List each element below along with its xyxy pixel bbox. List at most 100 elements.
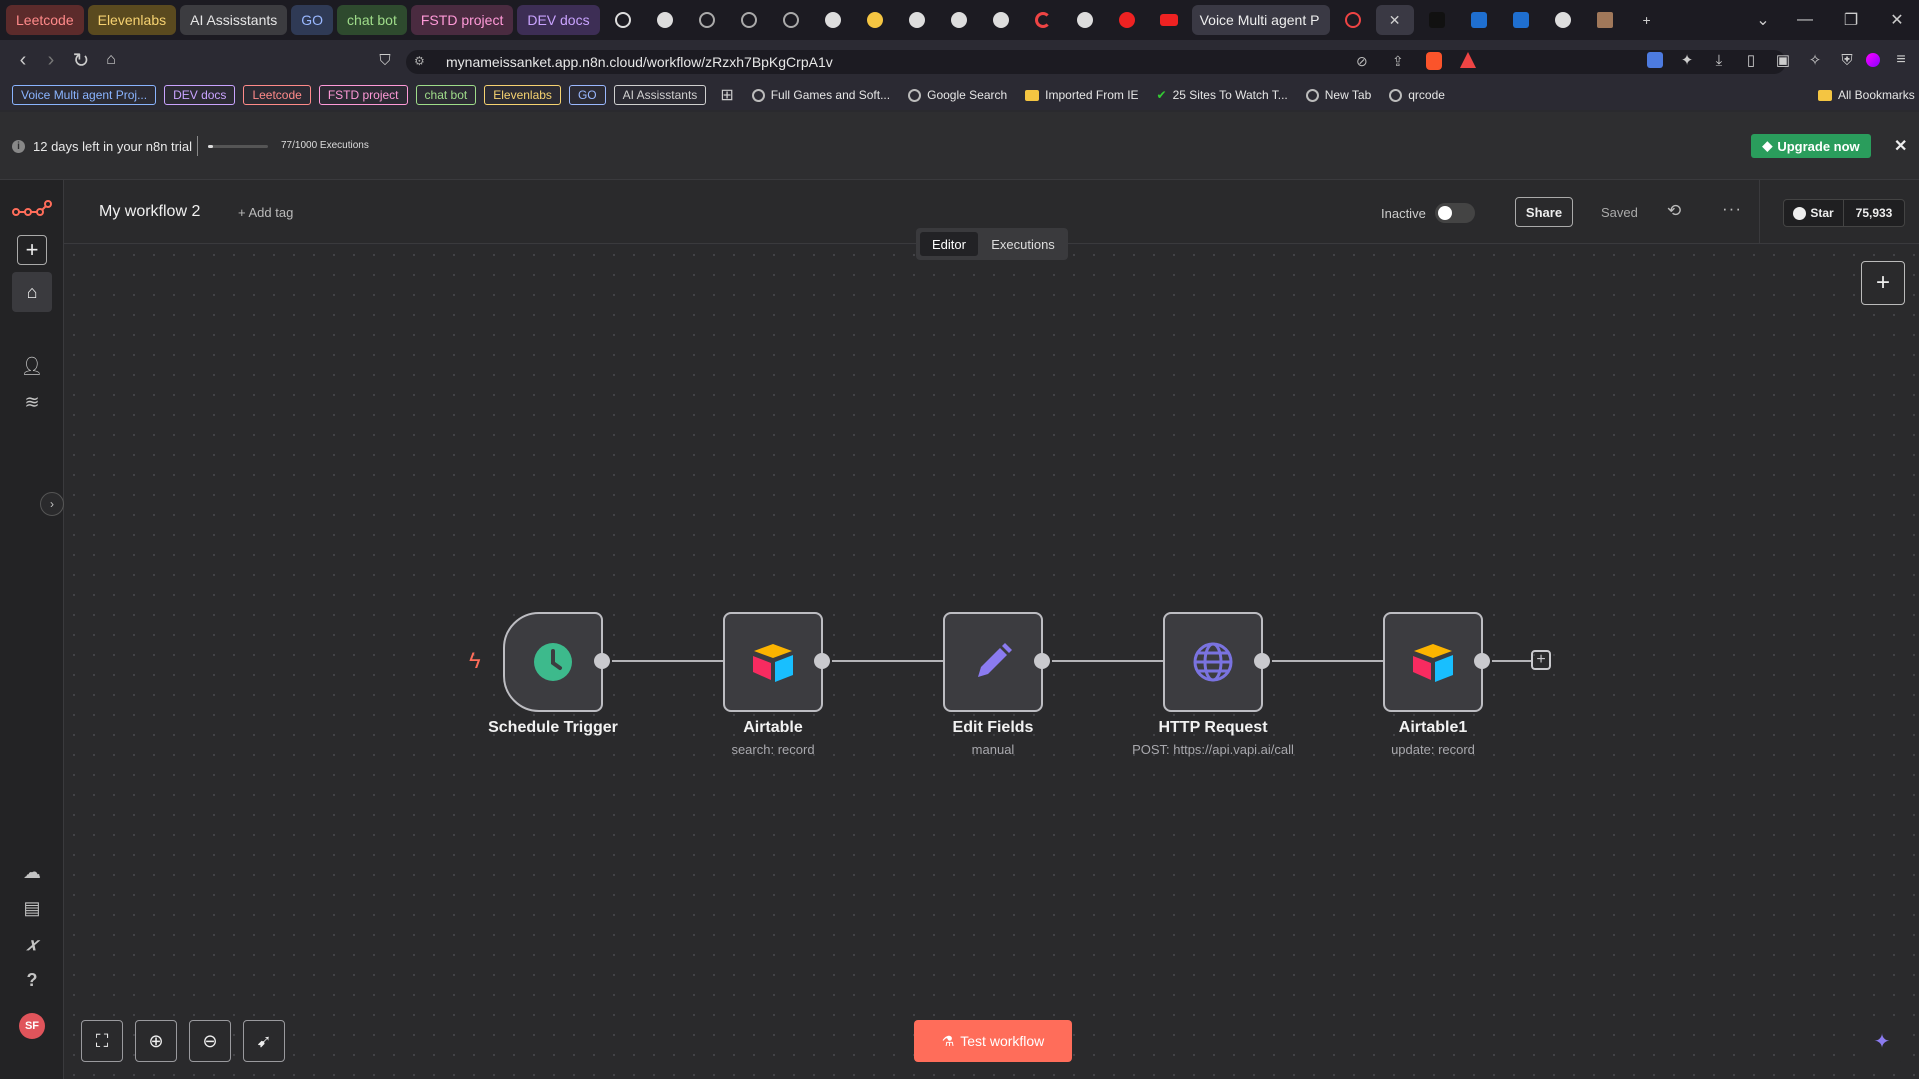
node-http-request[interactable] [1163,612,1263,712]
profile-button[interactable] [1858,45,1888,75]
tab-github-4[interactable] [940,5,978,35]
workflow-canvas[interactable]: + ϟ Schedule Trigger Airtable search: re… [64,245,1919,1079]
user-avatar[interactable]: SF [12,1006,52,1046]
bookmark-qrcode[interactable]: qrcode [1389,88,1445,102]
more-options-button[interactable]: ··· [1722,199,1742,219]
tab-group-leetcode[interactable]: Leetcode [6,5,84,35]
translate-button[interactable] [1640,45,1670,75]
node-schedule-trigger[interactable] [503,612,603,712]
brave-rewards-icon[interactable] [1460,52,1476,68]
zoom-out-button[interactable]: ⊖ [189,1020,231,1062]
ai-assistant-button[interactable]: ✦ [1861,1020,1903,1062]
bookmark-group-ai-assistants[interactable]: AI Assisstants [613,85,707,105]
output-handle[interactable] [1474,653,1490,669]
node-airtable1[interactable] [1383,612,1483,712]
bookmark-group-go[interactable]: GO [568,85,606,105]
tab-github-3[interactable] [898,5,936,35]
tab-youtube[interactable] [1150,5,1188,35]
forward-button[interactable]: › [36,45,66,75]
bookmark-full-games[interactable]: Full Games and Soft... [751,88,890,102]
tab-outlook-1[interactable] [1460,5,1498,35]
tab-red-moon[interactable] [1024,5,1062,35]
tab-youtube-music[interactable] [1108,5,1146,35]
sidebar-toggle-button[interactable]: ▯ [1736,45,1766,75]
bookmark-group-fstd-project[interactable]: FSTD project [318,85,408,105]
templates-nav[interactable]: ▤ [12,888,52,928]
wallet-button[interactable]: ▣ [1768,45,1798,75]
bookmark-group-voice-multi-agent[interactable]: Voice Multi agent Proj... [12,85,157,105]
home-nav[interactable]: ⌂ [12,272,52,312]
tab-github-2[interactable] [814,5,852,35]
tab-web-2[interactable] [730,5,768,35]
tidy-up-button[interactable]: ➹ [243,1020,285,1062]
add-node-button[interactable]: + [1861,261,1905,305]
bookmark-page-button[interactable]: ⛉ [370,45,400,75]
all-bookmarks-button[interactable]: All Bookmarks [1818,88,1915,102]
output-handle[interactable] [594,653,610,669]
zoom-in-button[interactable]: ⊕ [135,1020,177,1062]
new-tab-button[interactable]: + [1628,5,1666,35]
restore-button[interactable]: ❐ [1836,5,1866,35]
active-toggle[interactable] [1435,203,1475,223]
tab-group-elevenlabs[interactable]: Elevenlabs [87,5,177,35]
tab-group-dev-docs[interactable]: DEV docs [517,5,600,35]
tab-group-ai-assistants[interactable]: AI Assisstants [180,5,288,35]
tab-web-1[interactable] [688,5,726,35]
tab-web-3[interactable] [772,5,810,35]
bookmark-25-sites[interactable]: ✔ 25 Sites To Watch T... [1157,88,1288,102]
tab-vapi[interactable] [1418,5,1456,35]
bookmark-imported-from-ie[interactable]: Imported From IE [1025,88,1139,102]
projects-nav[interactable]: ≋ [12,382,52,422]
test-workflow-button[interactable]: ⚗ Test workflow [914,1020,1072,1062]
create-button[interactable]: + [12,230,52,270]
workflow-name[interactable]: My workflow 2 [99,203,200,221]
n8n-logo-icon[interactable] [12,190,52,230]
minimize-button[interactable]: — [1790,5,1820,35]
tab-openai[interactable] [1544,5,1582,35]
bookmark-group-elevenlabs[interactable]: Elevenlabs [484,85,561,105]
back-button[interactable]: ‹ [8,45,38,75]
tab-red-2[interactable] [1334,5,1372,35]
tab-group-go[interactable]: GO [291,5,334,35]
tab-github-6[interactable] [1066,5,1104,35]
tab-close-button[interactable]: ✕ [1375,5,1414,35]
bookmark-new-tab[interactable]: New Tab [1305,88,1371,102]
close-banner-button[interactable]: ✕ [1894,136,1907,156]
add-tag-button[interactable]: + Add tag [238,205,293,220]
bookmark-group-leetcode[interactable]: Leetcode [243,85,311,105]
tab-yellow[interactable] [856,5,894,35]
tab-github-1[interactable] [646,5,684,35]
window-close-button[interactable]: ✕ [1882,5,1912,35]
site-info-icon[interactable]: ⚙ [414,54,425,68]
tab-outlook-2[interactable] [1502,5,1540,35]
output-handle[interactable] [1034,653,1050,669]
home-button[interactable]: ⌂ [96,45,126,75]
output-handle[interactable] [1254,653,1270,669]
bookmark-group-dev-docs[interactable]: DEV docs [164,85,236,105]
tab-chatgpt[interactable] [604,5,642,35]
personal-nav[interactable]: 👤︎ [12,346,52,386]
output-handle[interactable] [814,653,830,669]
node-edit-fields[interactable] [943,612,1043,712]
tracking-off-icon[interactable]: ⊘ [1356,53,1368,70]
github-star-button[interactable]: Star 75,933 [1783,199,1905,227]
reload-button[interactable]: ↻ [66,45,96,75]
history-button[interactable]: ⟲ [1667,201,1681,221]
help-nav[interactable]: ? [12,960,52,1000]
bookmark-group-chat-bot[interactable]: chat bot [415,85,477,105]
downloads-button[interactable]: ⤓ [1704,45,1734,75]
node-airtable[interactable] [723,612,823,712]
leo-ai-button[interactable]: ✧ [1800,45,1830,75]
variables-nav[interactable]: 𝑥 [12,924,52,964]
zoom-to-fit-button[interactable]: ⛶ [81,1020,123,1062]
apps-grid-icon[interactable]: ⊞ [720,85,733,105]
admin-panel-nav[interactable]: ☁ [12,852,52,892]
url-field[interactable]: ⚙ mynameissanket.app.n8n.cloud/workflow/… [406,50,1786,74]
share-button[interactable]: Share [1515,197,1573,227]
tab-github-5[interactable] [982,5,1020,35]
tab-image[interactable] [1586,5,1624,35]
tab-group-fstd-project[interactable]: FSTD project [410,5,514,35]
brave-shields-icon[interactable] [1426,52,1442,70]
add-next-node-button[interactable]: + [1531,650,1551,670]
upgrade-now-button[interactable]: ◆ Upgrade now [1751,134,1871,158]
